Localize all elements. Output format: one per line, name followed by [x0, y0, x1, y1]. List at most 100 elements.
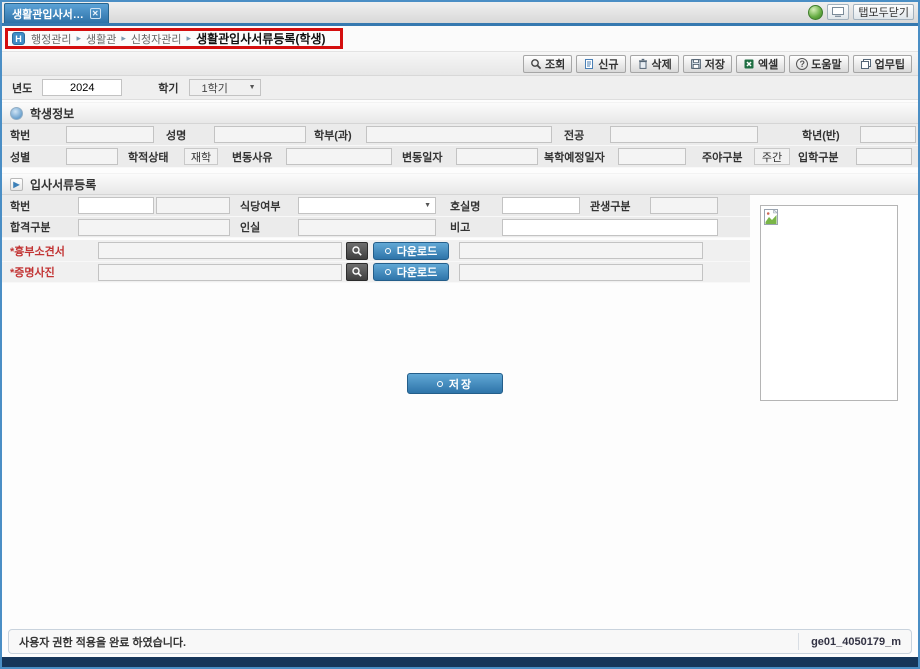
save-toolbar-button[interactable]: 저장: [683, 55, 732, 73]
breadcrumb-bar: H 행정관리 ▸ 생활관 ▸ 신청자관리 ▸ 생활관입사서류등록(학생): [2, 26, 918, 52]
screen-icon-button[interactable]: [827, 4, 849, 20]
year-label: 년도: [12, 80, 32, 96]
new-document-icon: [583, 58, 595, 70]
breadcrumb: H 행정관리 ▸ 생활관 ▸ 신청자관리 ▸ 생활관입사서류등록(학생): [5, 28, 343, 49]
change-reason-field[interactable]: [286, 148, 392, 165]
breadcrumb-item-dorm[interactable]: 생활관: [86, 31, 116, 47]
photo-download-button[interactable]: 다운로드: [373, 263, 449, 281]
delete-button[interactable]: 삭제: [630, 55, 679, 73]
help-icon: ?: [796, 58, 808, 70]
new-button-label: 신규: [598, 56, 618, 72]
chest-report-file-field[interactable]: [98, 242, 342, 259]
year-input[interactable]: [42, 79, 122, 96]
photo-file-field[interactable]: [98, 264, 342, 281]
chevron-down-icon: ▼: [424, 202, 431, 209]
breadcrumb-current-page: 생활관입사서류등록(학생): [196, 30, 325, 47]
app-window: 생활관입사서… ✕ 탭모두닫기 H 행정관리 ▸ 생활관 ▸ 신청자관리: [0, 0, 920, 669]
change-date-label: 변동일자: [402, 149, 452, 165]
resident-type-label: 관생구분: [590, 198, 644, 214]
tab-title: 생활관입사서…: [12, 6, 84, 22]
semester-select[interactable]: 1학기 ▼: [189, 79, 261, 96]
dorm-student-no-field[interactable]: [78, 197, 154, 214]
help-button[interactable]: ? 도움말: [789, 55, 848, 73]
student-no-label: 학번: [10, 127, 56, 143]
occupancy-label: 인실: [240, 219, 292, 235]
grade-field[interactable]: [860, 126, 916, 143]
gender-field[interactable]: [66, 148, 118, 165]
breadcrumb-item-applicants[interactable]: 신청자관리: [131, 31, 182, 47]
note-label: 비고: [450, 219, 494, 235]
chest-report-download-button[interactable]: 다운로드: [373, 242, 449, 260]
photo-row: *증명사진 다운로드: [2, 262, 750, 283]
chest-report-download-label: 다운로드: [397, 243, 437, 259]
change-date-field[interactable]: [456, 148, 538, 165]
bullet-icon: [385, 248, 391, 254]
search-icon: [351, 245, 363, 257]
breadcrumb-item-admin[interactable]: 행정관리: [31, 31, 71, 47]
bullet-icon: [385, 269, 391, 275]
admission-type-field[interactable]: [856, 148, 912, 165]
room-name-field[interactable]: [502, 197, 580, 214]
occupancy-field[interactable]: [298, 219, 436, 236]
department-field[interactable]: [366, 126, 552, 143]
semester-label: 학기: [158, 80, 178, 96]
tab-bar: 생활관입사서… ✕ 탭모두닫기: [2, 2, 918, 23]
grade-label: 학년(반): [802, 127, 856, 143]
return-date-label: 복학예정일자: [544, 149, 614, 165]
student-no-field[interactable]: [66, 126, 154, 143]
day-night-label: 주야구분: [702, 149, 750, 165]
student-info-section-header: 학생정보: [2, 102, 918, 124]
monitor-icon: [832, 7, 844, 17]
chest-report-browse-button[interactable]: [346, 242, 368, 260]
note-field[interactable]: [502, 219, 718, 236]
footer-strip: [2, 657, 918, 667]
status-orb-icon: [808, 5, 823, 20]
chest-report-extra-field[interactable]: [459, 242, 703, 259]
name-field[interactable]: [214, 126, 306, 143]
dorm-docs-title: 입사서류등록: [30, 176, 96, 193]
department-label: 학부(과): [314, 127, 366, 143]
save-button[interactable]: 저장: [407, 373, 503, 394]
gender-label: 성별: [10, 149, 56, 165]
cafeteria-select[interactable]: ▼: [298, 197, 436, 214]
major-label: 전공: [564, 127, 604, 143]
pass-type-label: 합격구분: [10, 219, 70, 235]
chevron-right-icon: ▸: [187, 33, 192, 44]
return-date-field[interactable]: [618, 148, 686, 165]
filter-row: 년도 학기 1학기 ▼: [2, 76, 918, 100]
student-info-row-2: 성별 학적상태 재학 변동사유 변동일자 복학예정일자 주야구분 주간 입학구분: [2, 146, 918, 168]
chest-report-label: *흉부소견서: [10, 243, 94, 259]
semester-selected-value: 1학기: [202, 80, 228, 96]
chevron-right-icon: ▸: [76, 33, 81, 44]
screen-id-code: ge01_4050179_m: [798, 633, 901, 650]
tab-dorm-docs[interactable]: 생활관입사서… ✕: [4, 3, 109, 23]
toolbar: 조회 신규 삭제 저장: [2, 52, 918, 76]
chevron-down-icon: ▼: [249, 84, 256, 91]
main-content: 학생정보 학번 성명 학부(과) 전공 학년(반) 성별 학적상태 재학 변동사…: [2, 100, 918, 629]
photo-browse-button[interactable]: [346, 263, 368, 281]
delete-button-label: 삭제: [652, 56, 672, 72]
help-button-label: 도움말: [811, 56, 841, 72]
photo-extra-field[interactable]: [459, 264, 703, 281]
excel-button[interactable]: 엑셀: [736, 55, 785, 73]
admission-type-label: 입학구분: [798, 149, 850, 165]
search-button[interactable]: 조회: [523, 55, 572, 73]
chest-report-row: *흉부소견서 다운로드: [2, 240, 750, 262]
major-field[interactable]: [610, 126, 758, 143]
new-button[interactable]: 신규: [576, 55, 625, 73]
floppy-save-icon: [690, 58, 702, 70]
room-name-label: 호실명: [450, 198, 494, 214]
dorm-student-name-field[interactable]: [156, 197, 230, 214]
trash-icon: [637, 58, 649, 70]
worktip-button[interactable]: 업무팁: [853, 55, 912, 73]
status-message: 사용자 권한 적용을 완료 하였습니다.: [19, 634, 186, 650]
pass-type-field[interactable]: [78, 219, 230, 236]
excel-icon: [743, 58, 755, 70]
day-night-value: 주간: [754, 148, 790, 165]
bullet-icon: [437, 381, 443, 387]
resident-type-field[interactable]: [650, 197, 718, 214]
section-arrow-icon: ▶: [10, 178, 23, 191]
close-all-tabs-button[interactable]: 탭모두닫기: [853, 4, 914, 20]
tab-close-icon[interactable]: ✕: [90, 8, 101, 19]
section-bullet-icon: [10, 107, 23, 120]
